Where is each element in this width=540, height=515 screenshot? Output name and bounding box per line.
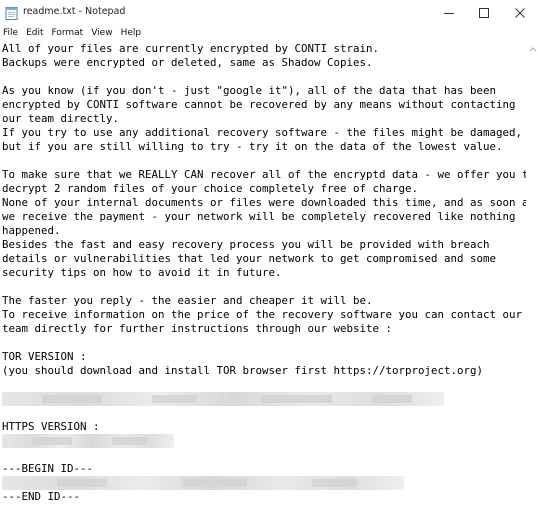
menu-file[interactable]: File bbox=[0, 26, 22, 41]
minimize-icon bbox=[444, 8, 454, 18]
menu-format[interactable]: Format bbox=[48, 26, 88, 41]
text-line: Besides the fast and easy recovery proce… bbox=[2, 238, 490, 251]
text-line: If you try to use any additional recover… bbox=[2, 126, 523, 139]
text-line: team directly for further instructions t… bbox=[2, 322, 393, 335]
text-line: our team directly. bbox=[2, 112, 120, 125]
text-line: decrypt 2 random files of your choice co… bbox=[2, 182, 419, 195]
minimize-button[interactable] bbox=[431, 0, 467, 26]
redacted-tor-url bbox=[2, 392, 444, 406]
text-line: The faster you reply - the easier and ch… bbox=[2, 294, 373, 307]
text-line: All of your files are currently encrypte… bbox=[2, 42, 380, 55]
text-line: happened. bbox=[2, 224, 61, 237]
redacted-id bbox=[2, 476, 404, 490]
scroll-up-button[interactable] bbox=[526, 41, 540, 55]
notepad-icon bbox=[5, 6, 18, 20]
menu-help[interactable]: Help bbox=[117, 26, 146, 41]
text-line: ---BEGIN ID--- bbox=[2, 462, 94, 475]
chevron-up-icon bbox=[529, 39, 537, 57]
text-line: TOR VERSION : bbox=[2, 350, 87, 363]
text-line: To make sure that we REALLY CAN recover … bbox=[2, 168, 526, 181]
vertical-scrollbar[interactable] bbox=[526, 41, 540, 515]
text-line: (you should download and install TOR bro… bbox=[2, 364, 484, 377]
close-button[interactable] bbox=[502, 0, 538, 26]
window-title: readme.txt - Notepad bbox=[23, 6, 126, 17]
maximize-icon bbox=[479, 8, 489, 18]
text-line: HTTPS VERSION : bbox=[2, 420, 100, 433]
text-line: we receive the payment - your network wi… bbox=[2, 210, 516, 223]
text-line: details or vulnerabilities that led your… bbox=[2, 252, 497, 265]
redacted-https-url bbox=[2, 434, 174, 448]
text-line: encrypted by CONTI software cannot be re… bbox=[2, 98, 516, 111]
text-line: As you know (if you don't - just "google… bbox=[2, 84, 497, 97]
menu-view[interactable]: View bbox=[87, 26, 116, 41]
notepad-window: readme.txt - Notepad File Edit Format Vi… bbox=[0, 0, 540, 515]
text-line: ---END ID--- bbox=[2, 490, 81, 503]
close-icon bbox=[515, 8, 525, 18]
menu-edit[interactable]: Edit bbox=[22, 26, 47, 41]
menu-bar: File Edit Format View Help bbox=[0, 26, 540, 41]
text-line: To receive information on the price of t… bbox=[2, 308, 523, 321]
text-line: security tips on how to avoid it in futu… bbox=[2, 266, 282, 279]
title-bar[interactable]: readme.txt - Notepad bbox=[0, 0, 540, 26]
maximize-button[interactable] bbox=[466, 0, 502, 26]
text-line: None of your internal documents or files… bbox=[2, 196, 526, 209]
text-line: but if you are still willing to try - tr… bbox=[2, 140, 503, 153]
text-line: Backups were encrypted or deleted, same … bbox=[2, 56, 373, 69]
text-editor[interactable]: All of your files are currently encrypte… bbox=[0, 41, 526, 515]
